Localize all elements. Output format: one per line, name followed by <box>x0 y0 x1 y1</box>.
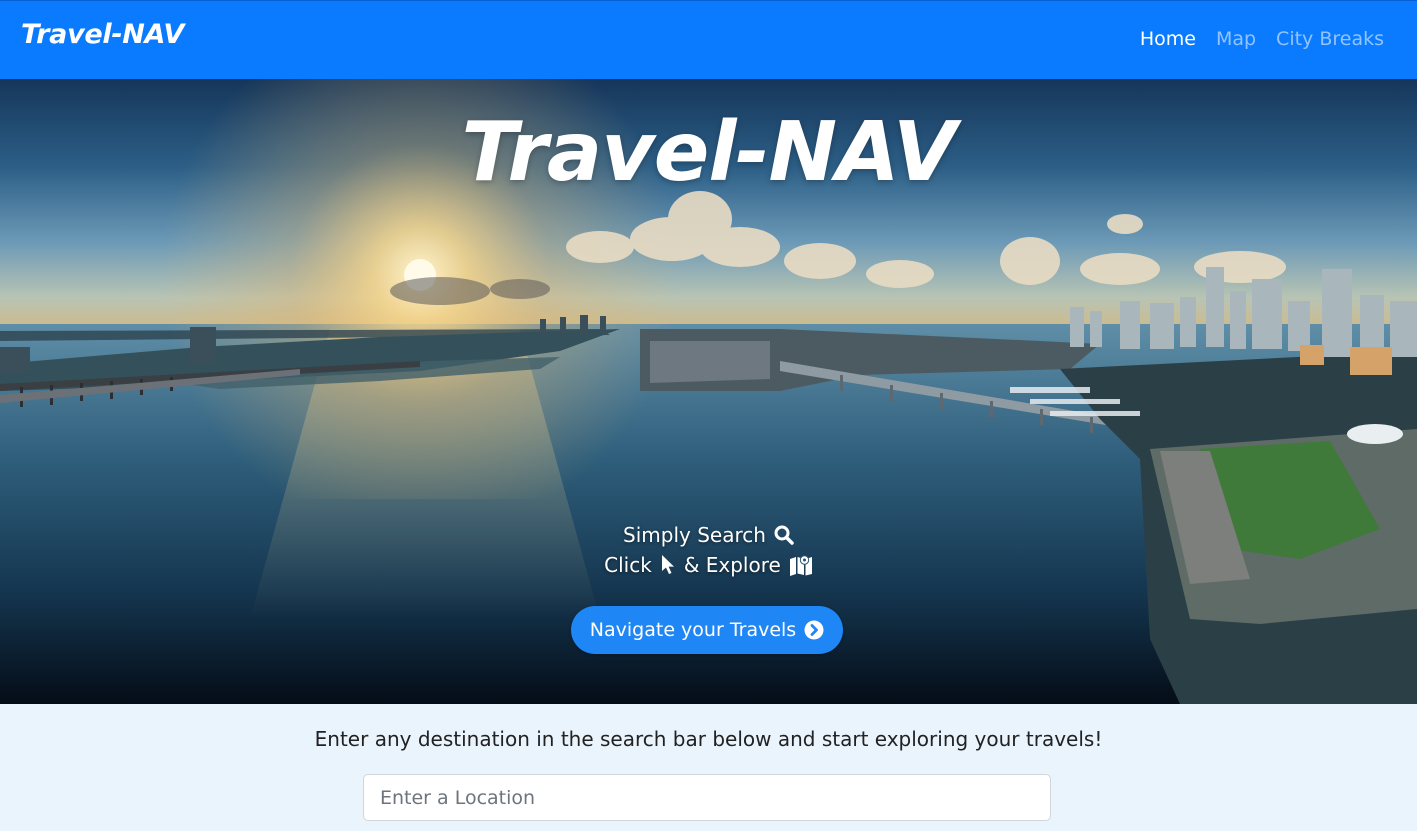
nav-link-home[interactable]: Home <box>1140 28 1196 50</box>
navigate-travels-label: Navigate your Travels <box>589 619 797 641</box>
navbar: Travel-NAV Home Map City Breaks <box>0 0 1417 79</box>
map-icon <box>789 555 812 576</box>
hero-title: Travel-NAV <box>461 105 957 200</box>
hero-tagline-search-text: Simply Search <box>623 523 766 547</box>
chevron-circle-right-icon <box>804 620 824 640</box>
hero-tagline-search: Simply Search <box>0 523 1417 547</box>
search-icon <box>774 525 794 545</box>
navbar-brand[interactable]: Travel-NAV <box>21 19 184 50</box>
nav-link-city-breaks[interactable]: City Breaks <box>1276 28 1384 50</box>
hero-tagline-click-text: Click <box>604 553 652 577</box>
intro-text: Enter any destination in the search bar … <box>314 727 1103 751</box>
location-search-input[interactable] <box>363 774 1051 821</box>
nav-link-map[interactable]: Map <box>1216 28 1256 50</box>
hero-tagline-explore: Click & Explore <box>0 553 1417 577</box>
navigate-travels-button[interactable]: Navigate your Travels <box>571 606 843 654</box>
nav-links: Home Map City Breaks <box>1140 28 1384 50</box>
hero-banner: Travel-NAV Simply Search Click & Explore… <box>0 79 1417 704</box>
mouse-pointer-icon <box>661 555 674 574</box>
hero-tagline-explore-text: & Explore <box>683 553 781 577</box>
